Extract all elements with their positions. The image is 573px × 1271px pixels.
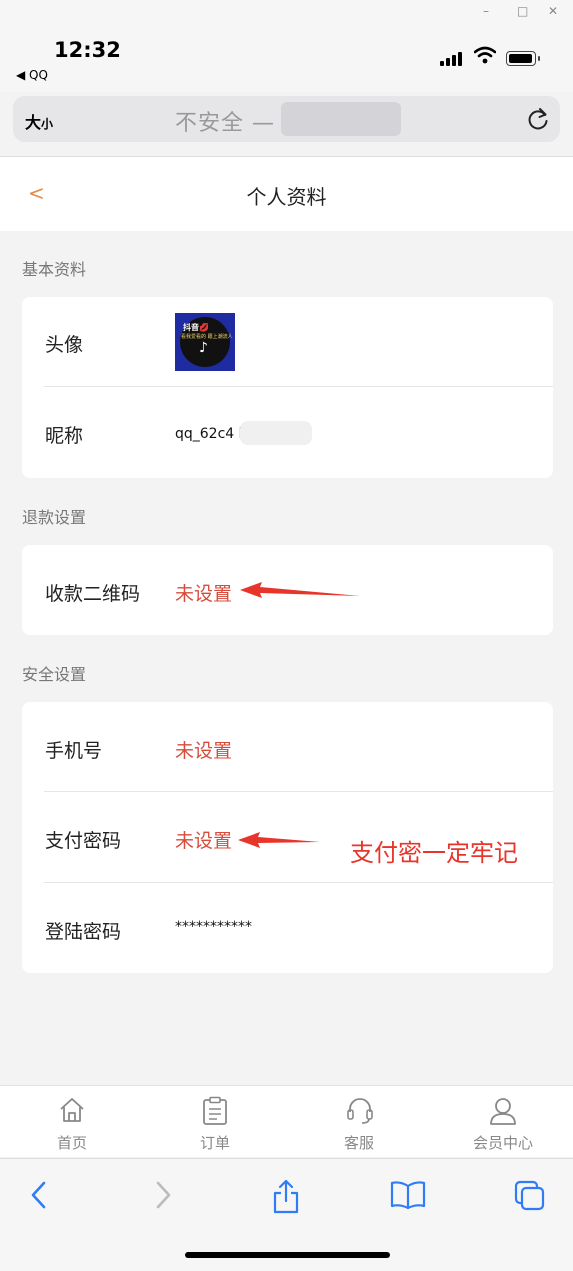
nickname-label: 昵称 — [45, 425, 84, 447]
browser-forward-icon[interactable] — [152, 1179, 174, 1211]
qrcode-row[interactable]: 收款二维码 未设置 — [22, 545, 553, 635]
user-icon — [490, 1098, 516, 1125]
home-indicator — [185, 1252, 390, 1258]
phone-row[interactable]: 手机号 未设置 — [22, 702, 553, 792]
url-text: 不安全 — — [175, 111, 275, 136]
nickname-row[interactable]: 昵称 qq_62c4 b3 — [22, 387, 553, 477]
tab-orders[interactable]: 订单 — [165, 1086, 265, 1158]
avatar-label: 头像 — [45, 334, 84, 356]
maximize-button[interactable]: □ — [517, 4, 528, 18]
section-title-security: 安全设置 — [22, 665, 87, 684]
bottom-tab-bar: 首页 订单 客服 会员中心 — [0, 1085, 573, 1157]
qrcode-status: 未设置 — [175, 583, 233, 605]
status-bar: 12:32 ◀ QQ — [0, 26, 573, 92]
battery-icon — [506, 51, 540, 66]
status-time: 12:32 — [54, 38, 121, 62]
wifi-icon — [474, 46, 496, 64]
pay-password-label: 支付密码 — [45, 830, 122, 852]
browser-toolbar — [0, 1158, 573, 1271]
login-password-row[interactable]: 登陆密码 *********** — [22, 883, 553, 973]
reload-icon[interactable] — [526, 106, 550, 132]
address-bar[interactable]: 大小 不安全 — — [13, 96, 560, 142]
tab-home[interactable]: 首页 — [22, 1086, 122, 1158]
share-icon[interactable] — [271, 1179, 301, 1215]
avatar[interactable]: 抖音💋 看我爱看的 跟上潮流人 ♪ — [175, 313, 235, 371]
url-redacted — [281, 102, 401, 136]
nickname-redacted — [240, 421, 312, 445]
pay-password-status: 未设置 — [175, 830, 233, 852]
order-icon — [203, 1096, 227, 1125]
phone-label: 手机号 — [45, 740, 103, 762]
basic-info-card: 头像 抖音💋 看我爱看的 跟上潮流人 ♪ 昵称 qq_62c4 b3 — [22, 297, 553, 478]
headset-icon — [347, 1098, 373, 1124]
text-size-button[interactable]: 大小 — [25, 109, 53, 133]
page-header: < 个人资料 — [0, 157, 573, 231]
section-title-basic: 基本资料 — [22, 260, 87, 279]
tiktok-logo-icon: ♪ — [199, 340, 208, 356]
avatar-row[interactable]: 头像 抖音💋 看我爱看的 跟上潮流人 ♪ — [22, 297, 553, 387]
tab-member-center[interactable]: 会员中心 — [453, 1086, 553, 1158]
back-to-app-link[interactable]: ◀ QQ — [16, 68, 48, 82]
browser-back-icon[interactable] — [28, 1179, 50, 1211]
home-icon — [60, 1098, 84, 1122]
close-button[interactable]: ✕ — [548, 4, 558, 18]
login-password-label: 登陆密码 — [45, 921, 122, 943]
phone-status: 未设置 — [175, 740, 233, 762]
annotation-text: 支付密一定牢记 — [350, 839, 518, 867]
window-title-bar: – □ ✕ — [0, 0, 573, 26]
tabs-icon[interactable] — [513, 1179, 547, 1213]
minimize-button[interactable]: – — [483, 4, 489, 18]
login-password-value: *********** — [175, 919, 252, 935]
qrcode-label: 收款二维码 — [45, 583, 141, 605]
bookmarks-icon[interactable] — [390, 1179, 426, 1211]
refund-card: 收款二维码 未设置 — [22, 545, 553, 635]
page-title: 个人资料 — [246, 185, 327, 209]
signal-icon — [440, 52, 462, 66]
section-title-refund: 退款设置 — [22, 508, 87, 527]
tab-support[interactable]: 客服 — [309, 1086, 409, 1158]
